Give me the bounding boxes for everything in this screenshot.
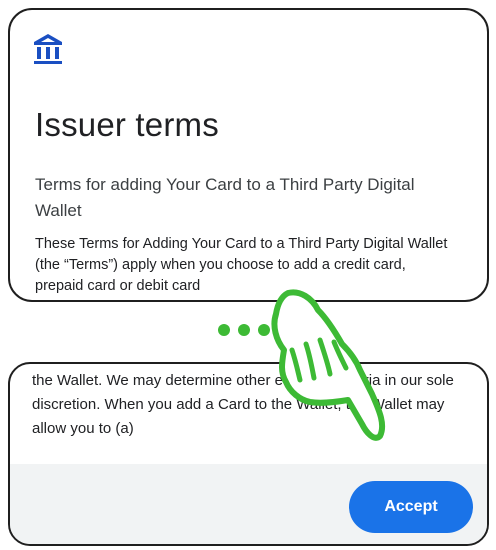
scroll-hand-icon [271, 289, 386, 441]
